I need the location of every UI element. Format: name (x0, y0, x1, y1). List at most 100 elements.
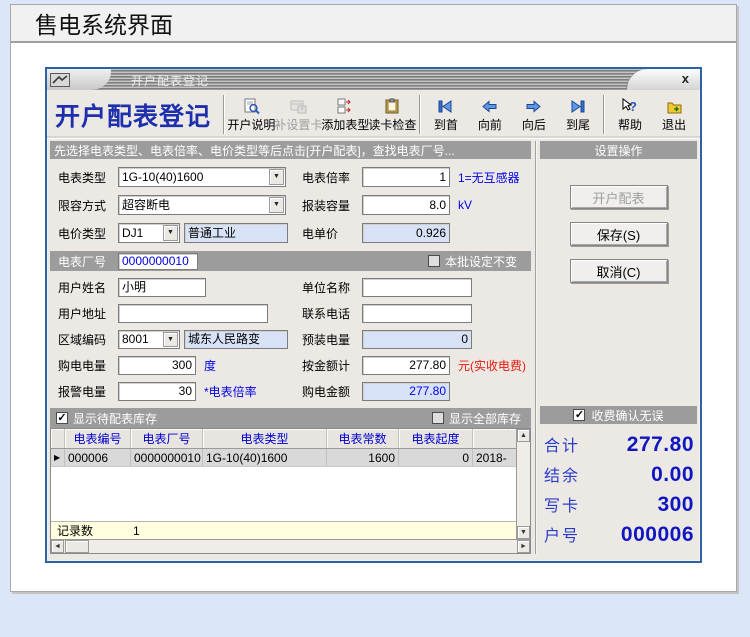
cell-meter-no: 000006 (65, 449, 131, 466)
show-all-group: 显示全部库存 (432, 410, 521, 427)
price-type-select[interactable]: DJ1 ▼ (118, 223, 180, 243)
button-label: 帮助 (618, 116, 642, 133)
column-header-constant[interactable]: 电表常数 (327, 429, 399, 448)
table-row[interactable]: 000006 0000000010 1G-10(40)1600 1600 0 2… (51, 449, 516, 467)
scroll-right-icon[interactable]: ► (517, 540, 530, 553)
help-button[interactable]: ? 帮助 (608, 92, 652, 137)
column-header-meter-no[interactable]: 电表编号 (65, 429, 131, 448)
chevron-down-icon[interactable]: ▼ (163, 332, 178, 347)
save-button[interactable]: 保存(S) (570, 222, 668, 246)
balance-label: 结余 (544, 462, 580, 486)
form-cell: DJ1 ▼ 普通工业 (118, 223, 294, 243)
content-card: 售电系统界面 开户配表登记 x 开户配表登记 开户说明 (10, 4, 737, 592)
scroll-left-icon[interactable]: ◄ (51, 540, 64, 553)
org-name-label: 单位名称 (302, 279, 362, 296)
account-no-value: 000006 (621, 523, 694, 547)
form-row: 报警电量 30 *电表倍率 购电金额 277.80 (50, 378, 531, 404)
titlebar-left-swoosh (47, 69, 111, 90)
svg-text:?: ? (629, 99, 637, 114)
go-prev-button[interactable]: 向前 (468, 92, 512, 137)
table-vertical-scrollbar[interactable]: ▲ ▼ (516, 429, 530, 539)
totals-panel: 合计 277.80 结余 0.00 写卡 300 户号 000006 (540, 424, 697, 554)
button-label: 到尾 (566, 116, 590, 133)
nav-next-icon (525, 98, 542, 116)
meter-type-select[interactable]: 1G-10(40)1600 ▼ (118, 167, 286, 187)
form-cell: 30 *电表倍率 (118, 382, 294, 401)
user-name-label: 用户姓名 (58, 279, 118, 296)
nav-last-icon (569, 98, 586, 116)
record-count-label: 记录数 (51, 522, 131, 539)
page-header: 售电系统界面 (11, 5, 736, 43)
show-all-stock-checkbox[interactable] (432, 412, 444, 424)
scroll-track[interactable] (517, 442, 530, 526)
alarm-qty-label: 报警电量 (58, 383, 118, 400)
side-panel-title: 设置操作 (594, 142, 642, 159)
scroll-up-icon[interactable]: ▲ (517, 429, 530, 442)
button-label: 开户说明 (227, 116, 275, 133)
buy-qty-input[interactable]: 300 (118, 356, 196, 375)
meter-ratio-input[interactable]: 1 (362, 167, 450, 187)
by-amount-input[interactable]: 277.80 (362, 356, 450, 375)
form-row: 用户姓名 小明 单位名称 (50, 274, 531, 300)
open-help-button[interactable]: 开户说明 (228, 92, 275, 137)
total-value: 277.80 (627, 433, 694, 457)
record-count-value: 1 (131, 524, 140, 538)
button-label: 向前 (478, 116, 502, 133)
column-header-factory-no[interactable]: 电表厂号 (131, 429, 203, 448)
button-label: 到首 (434, 116, 458, 133)
limit-mode-select[interactable]: 超容断电 ▼ (118, 195, 286, 215)
form-row: 购电电量 300 度 按金额计 277.80 元(实收电费) (50, 352, 531, 378)
batch-keep-checkbox[interactable] (428, 255, 440, 267)
column-header-start[interactable]: 电表起度 (399, 429, 473, 448)
go-next-button[interactable]: 向后 (512, 92, 556, 137)
left-column: 先选择电表类型、电表倍率、电价类型等后点击[开户配表]，查找电表厂号... 电表… (50, 141, 531, 554)
column-header-meter-type[interactable]: 电表类型 (203, 429, 327, 448)
scroll-track[interactable] (89, 540, 517, 553)
read-card-icon (384, 98, 401, 116)
cell-date: 2018- (473, 449, 516, 466)
stock-filter-bar: 显示待配表库存 显示全部库存 (50, 408, 531, 428)
region-select[interactable]: 8001 ▼ (118, 330, 180, 349)
limit-mode-value: 超容断电 (122, 198, 170, 212)
scroll-thumb[interactable] (65, 540, 89, 553)
region-desc: 城东人民路变 (184, 330, 288, 349)
table-grid: 电表编号 电表厂号 电表类型 电表常数 电表起度 000006 00000000 (51, 429, 516, 539)
show-pending-stock-checkbox[interactable] (56, 412, 68, 424)
phone-input[interactable] (362, 304, 472, 323)
dialog-window: 开户配表登记 x 开户配表登记 开户说明 * 补设置卡 (45, 67, 702, 563)
read-card-check-button[interactable]: 读卡检查 (369, 92, 416, 137)
table-empty-area (51, 467, 516, 521)
price-type-desc: 普通工业 (184, 223, 288, 243)
capacity-input[interactable]: 8.0 (362, 195, 450, 215)
add-meter-type-button[interactable]: 添加表型 (322, 92, 369, 137)
factory-no-input[interactable]: 0000000010 (118, 253, 198, 270)
fee-confirm-checkbox[interactable] (573, 409, 585, 421)
go-last-button[interactable]: 到尾 (556, 92, 600, 137)
table-horizontal-scrollbar[interactable]: ◄ ► (51, 539, 530, 553)
chevron-down-icon[interactable]: ▼ (269, 169, 284, 185)
total-row: 结余 0.00 (544, 462, 694, 492)
user-name-input[interactable]: 小明 (118, 278, 206, 297)
button-label: 向后 (522, 116, 546, 133)
org-name-input[interactable] (362, 278, 472, 297)
fee-confirm-label: 收费确认无误 (591, 407, 663, 424)
alarm-qty-input[interactable]: 30 (118, 382, 196, 401)
doc-search-icon (243, 98, 260, 116)
form-row: 限容方式 超容断电 ▼ 报装容量 8.0 kV (50, 191, 531, 219)
window-titlebar[interactable]: 开户配表登记 x (47, 69, 700, 90)
batch-keep-group: 本批设定不变 (428, 253, 517, 270)
go-first-button[interactable]: 到首 (424, 92, 468, 137)
scroll-down-icon[interactable]: ▼ (517, 526, 530, 539)
chevron-down-icon[interactable]: ▼ (163, 225, 178, 241)
user-addr-input[interactable] (118, 304, 268, 323)
form-cell: 1G-10(40)1600 ▼ (118, 167, 294, 187)
table-header-row: 电表编号 电表厂号 电表类型 电表常数 电表起度 (51, 429, 516, 449)
user-addr-label: 用户地址 (58, 305, 118, 322)
exit-button[interactable]: 退出 (652, 92, 696, 137)
form-cell (118, 304, 294, 323)
form-row: 用户地址 联系电话 (50, 300, 531, 326)
cancel-button[interactable]: 取消(C) (570, 259, 668, 283)
close-button[interactable]: x (679, 71, 692, 87)
form-row: 区域编码 8001 ▼ 城东人民路变 预装电量 0 (50, 326, 531, 352)
chevron-down-icon[interactable]: ▼ (269, 197, 284, 213)
